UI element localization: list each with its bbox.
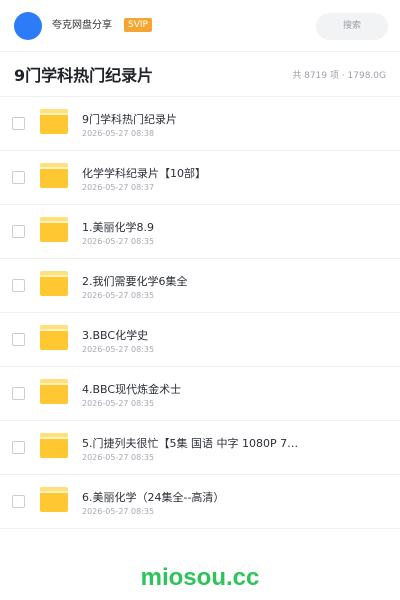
folder-icon xyxy=(40,325,68,350)
file-date: 2026-05-27 08:38 xyxy=(82,129,155,138)
file-date: 2026-05-27 08:35 xyxy=(82,345,155,354)
file-date: 2026-05-27 08:35 xyxy=(82,237,155,246)
list-item[interactable]: 4.BBC现代炼金术士 2026-05-27 08:35 xyxy=(0,367,400,421)
file-name[interactable]: 1.美丽化学8.9 xyxy=(82,221,302,235)
file-name[interactable]: 6.美丽化学（24集全--高清） xyxy=(82,491,302,505)
list-item[interactable]: 2.我们需要化学6集全 2026-05-27 08:35 xyxy=(0,259,400,313)
page-title: 9门学科热门纪录片 xyxy=(14,66,154,85)
top-header: 夸克网盘分享 SVIP 搜索 xyxy=(0,0,400,52)
list-item[interactable]: 化学学科纪录片【10部】 2026-05-27 08:37 xyxy=(0,151,400,205)
list-item[interactable]: 5.门捷列夫很忙【5集 国语 中字 1080P 7… 2026-05-27 08… xyxy=(0,421,400,475)
file-name[interactable]: 化学学科纪录片【10部】 xyxy=(82,167,302,181)
folder-icon xyxy=(40,109,68,134)
search-label: 搜索 xyxy=(342,21,361,31)
file-date: 2026-05-27 08:37 xyxy=(82,183,155,192)
file-name[interactable]: 2.我们需要化学6集全 xyxy=(82,275,302,289)
file-name[interactable]: 5.门捷列夫很忙【5集 国语 中字 1080P 7… xyxy=(82,437,302,451)
row-checkbox[interactable] xyxy=(12,495,25,508)
svip-badge: SVIP xyxy=(124,18,152,32)
folder-icon xyxy=(40,433,68,458)
row-checkbox[interactable] xyxy=(12,279,25,292)
folder-icon xyxy=(40,379,68,404)
file-date: 2026-05-27 08:35 xyxy=(82,399,155,408)
row-checkbox[interactable] xyxy=(12,225,25,238)
file-name[interactable]: 4.BBC现代炼金术士 xyxy=(82,383,302,397)
row-checkbox[interactable] xyxy=(12,117,25,130)
list-item[interactable]: 9门学科热门纪录片 2026-05-27 08:38 xyxy=(0,97,400,151)
watermark: miosou.cc xyxy=(140,564,260,591)
file-name[interactable]: 9门学科热门纪录片 xyxy=(82,113,302,127)
folder-icon xyxy=(40,217,68,242)
list-item[interactable]: 1.美丽化学8.9 2026-05-27 08:35 xyxy=(0,205,400,259)
row-checkbox[interactable] xyxy=(12,387,25,400)
avatar[interactable] xyxy=(14,12,42,40)
file-date: 2026-05-27 08:35 xyxy=(82,291,155,300)
search-button[interactable]: 搜索 xyxy=(316,13,388,40)
list-item[interactable]: 3.BBC化学史 2026-05-27 08:35 xyxy=(0,313,400,367)
site-name[interactable]: 夸克网盘分享 xyxy=(52,19,112,33)
row-checkbox[interactable] xyxy=(12,333,25,346)
list-item[interactable]: 6.美丽化学（24集全--高清） 2026-05-27 08:35 xyxy=(0,475,400,529)
folder-icon xyxy=(40,163,68,188)
item-stats: 共 8719 项 · 1798.0G xyxy=(292,71,386,81)
file-list: 9门学科热门纪录片 2026-05-27 08:38 化学学科纪录片【10部】 … xyxy=(0,97,400,529)
file-date: 2026-05-27 08:35 xyxy=(82,453,155,462)
title-bar: 9门学科热门纪录片 共 8719 项 · 1798.0G xyxy=(0,52,400,97)
row-checkbox[interactable] xyxy=(12,441,25,454)
file-date: 2026-05-27 08:35 xyxy=(82,507,155,516)
file-name[interactable]: 3.BBC化学史 xyxy=(82,329,302,343)
folder-icon xyxy=(40,487,68,512)
row-checkbox[interactable] xyxy=(12,171,25,184)
folder-icon xyxy=(40,271,68,296)
